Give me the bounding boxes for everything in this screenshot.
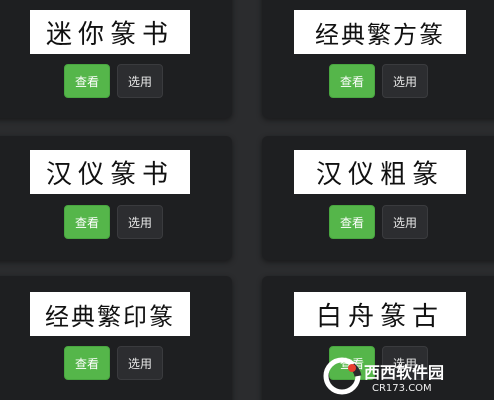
select-button[interactable]: 选用 — [382, 64, 428, 98]
font-preview: 经典繁印篆 — [30, 292, 190, 336]
font-card: 经典繁方篆 查看 选用 — [262, 0, 494, 118]
select-button[interactable]: 选用 — [382, 205, 428, 239]
view-button[interactable]: 查看 — [329, 64, 375, 98]
font-card: 汉仪篆书 查看 选用 — [0, 136, 232, 260]
font-sample-text: 白舟篆古 — [315, 301, 444, 332]
view-button[interactable]: 查看 — [64, 346, 110, 380]
view-button[interactable]: 查看 — [64, 64, 110, 98]
watermark: 西西软件园 CR173.COM — [322, 354, 492, 398]
watermark-text: 西西软件园 CR173.COM — [364, 359, 444, 394]
font-preview: 迷你篆书 — [30, 10, 190, 54]
font-picker-grid: 迷你篆书 查看 选用 经典繁方篆 查看 选用 汉仪篆书 查看 选用 汉仪粗篆 查… — [0, 0, 494, 400]
font-card: 汉仪粗篆 查看 选用 — [262, 136, 494, 260]
watermark-brand: 西西软件园 — [364, 362, 445, 382]
font-sample-text: 经典繁印篆 — [45, 302, 175, 331]
font-sample-text: 汉仪篆书 — [45, 159, 174, 190]
font-card: 经典繁印篆 查看 选用 — [0, 276, 232, 400]
font-card: 迷你篆书 查看 选用 — [0, 0, 232, 118]
font-sample-text: 经典繁方篆 — [315, 20, 445, 49]
select-button[interactable]: 选用 — [117, 346, 163, 380]
view-button[interactable]: 查看 — [64, 205, 110, 239]
font-preview: 白舟篆古 — [294, 292, 466, 336]
watermark-url: CR173.COM — [372, 382, 432, 394]
font-preview: 经典繁方篆 — [294, 10, 466, 54]
view-button[interactable]: 查看 — [329, 205, 375, 239]
brand-logo-icon — [323, 357, 362, 395]
font-sample-text: 汉仪粗篆 — [315, 159, 444, 190]
font-sample-text: 迷你篆书 — [45, 19, 174, 50]
font-preview: 汉仪篆书 — [30, 150, 190, 194]
select-button[interactable]: 选用 — [117, 64, 163, 98]
select-button[interactable]: 选用 — [117, 205, 163, 239]
font-preview: 汉仪粗篆 — [294, 150, 466, 194]
